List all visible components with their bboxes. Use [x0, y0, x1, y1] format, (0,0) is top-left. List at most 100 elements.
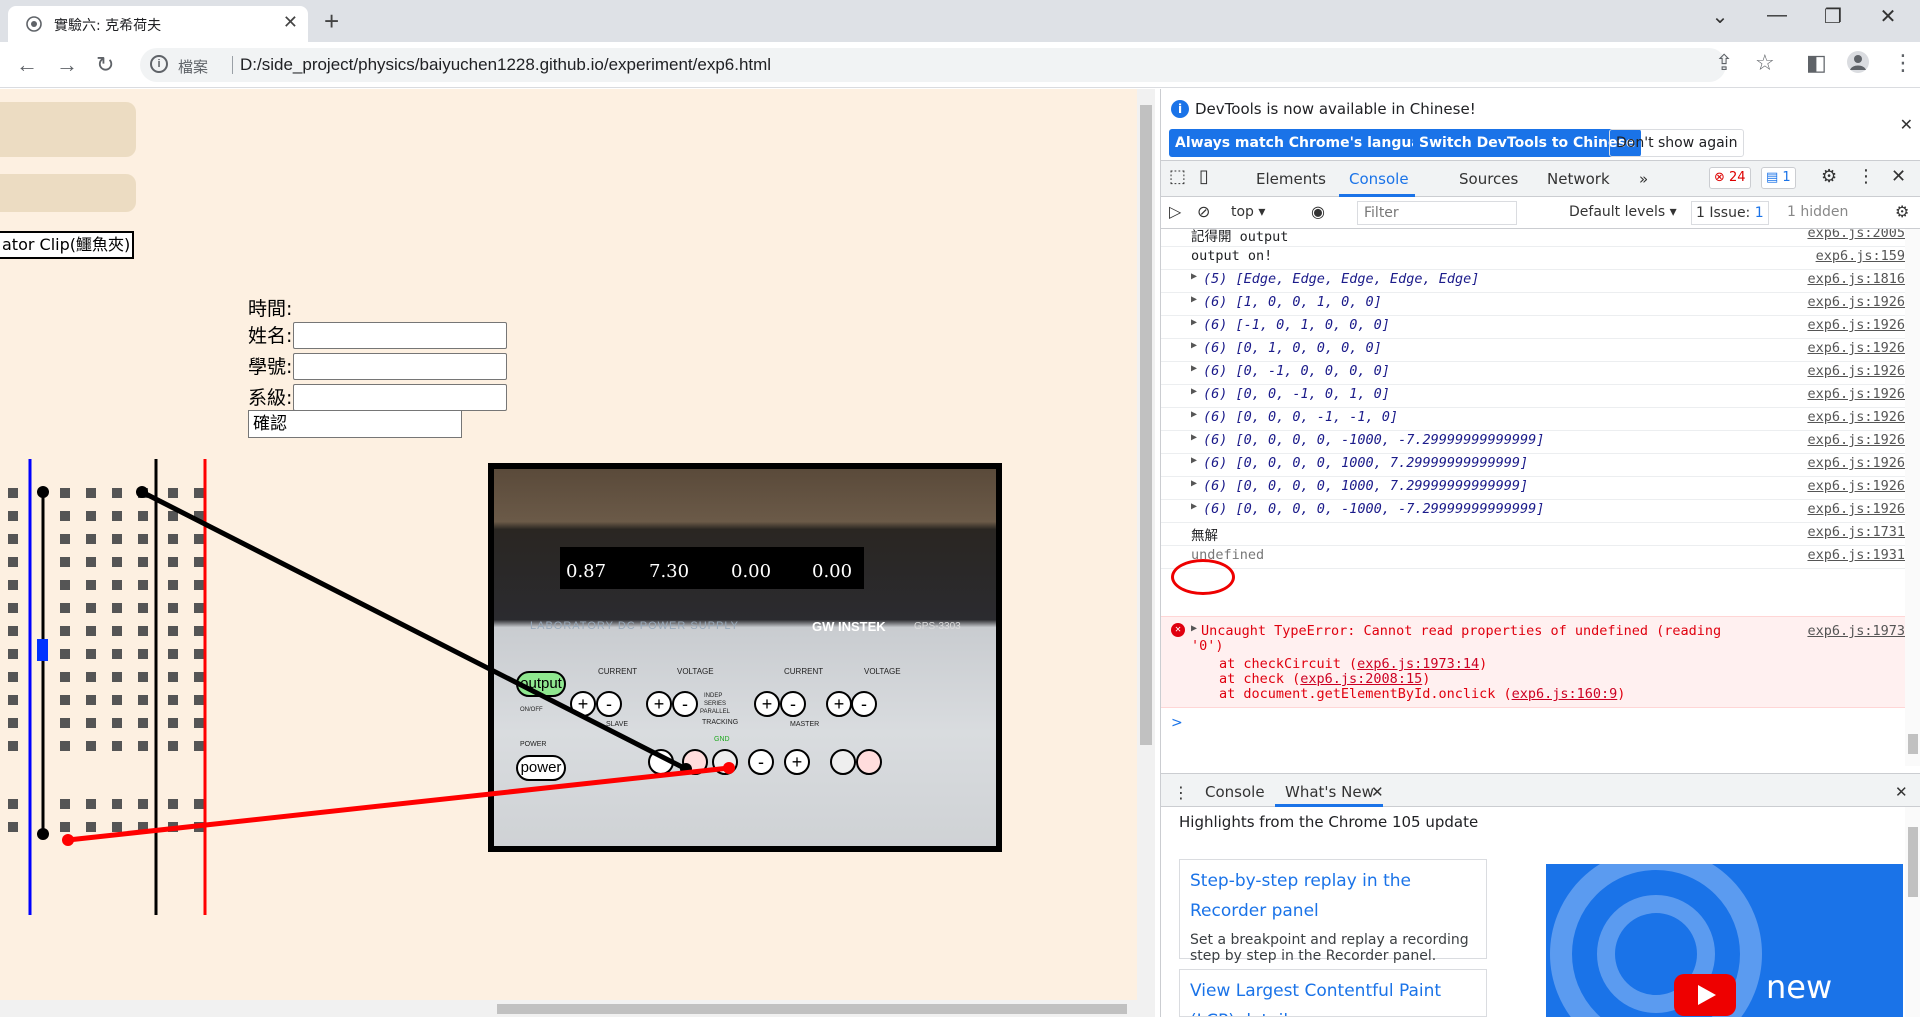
breadboard-hole[interactable] [8, 603, 18, 613]
breadboard-hole[interactable] [8, 649, 18, 659]
drawer-tab-whats-new[interactable]: What's New [1285, 783, 1374, 801]
breadboard-hole[interactable] [168, 511, 178, 521]
breadboard-hole[interactable] [112, 557, 122, 567]
expand-triangle-icon[interactable]: ▶ [1191, 294, 1197, 305]
close-infobar-icon[interactable]: ✕ [1900, 115, 1913, 134]
breadboard-hole[interactable] [194, 626, 204, 636]
maximize-icon[interactable]: ❐ [1813, 4, 1853, 29]
breadboard-hole[interactable] [168, 557, 178, 567]
breadboard-hole[interactable] [138, 626, 148, 636]
console-source-link[interactable]: exp6.js:1926 [1807, 432, 1905, 448]
share-icon[interactable]: ⇪ [1715, 50, 1733, 76]
ch2-plus-terminal[interactable] [682, 749, 708, 775]
breadboard-hole[interactable] [138, 649, 148, 659]
breadboard-hole[interactable] [8, 557, 18, 567]
breadboard-hole[interactable] [194, 603, 204, 613]
tab-search-icon[interactable]: ⌄ [1700, 4, 1740, 29]
breadboard-hole[interactable] [112, 695, 122, 705]
breadboard-hole[interactable] [138, 672, 148, 682]
url-text[interactable]: D:/side_project/physics/baiyuchen1228.gi… [240, 55, 771, 75]
breadboard-hole[interactable] [138, 511, 148, 521]
eye-icon[interactable]: ◉ [1311, 202, 1325, 221]
name-input[interactable] [293, 322, 507, 349]
ch2-current-plus-knob[interactable]: + [570, 691, 596, 717]
ch1-current-minus-knob[interactable]: - [780, 691, 806, 717]
breadboard-hole[interactable] [168, 799, 178, 809]
breadboard-hole[interactable] [194, 488, 204, 498]
breadboard-hole[interactable] [86, 649, 96, 659]
breadboard-hole[interactable] [86, 511, 96, 521]
breadboard-hole[interactable] [112, 534, 122, 544]
more-tabs-icon[interactable]: » [1639, 170, 1648, 188]
breadboard-hole[interactable] [60, 718, 70, 728]
card-title-link[interactable]: Step-by-step replay in the Recorder pane… [1190, 866, 1480, 926]
back-icon[interactable]: ← [16, 52, 38, 78]
address-bar[interactable]: i 檔案 D:/side_project/physics/baiyuchen12… [140, 48, 1726, 82]
breadboard-hole[interactable] [138, 718, 148, 728]
issues-button[interactable]: 1 Issue: 1 [1691, 201, 1769, 225]
error-count-badge[interactable]: ⊗ 24 [1709, 167, 1751, 189]
gnd-terminal[interactable] [712, 749, 738, 775]
console-source-link[interactable]: exp6.js:2005 [1807, 229, 1905, 241]
breadboard-hole[interactable] [112, 580, 122, 590]
breadboard-hole[interactable] [60, 695, 70, 705]
alligator-clip-button[interactable]: ator Clip(鱷魚夾) [0, 231, 134, 259]
confirm-button[interactable]: 確認 [248, 410, 462, 438]
breadboard-hole[interactable] [86, 672, 96, 682]
wire-endpoint[interactable] [37, 486, 49, 498]
breadboard-hole[interactable] [86, 534, 96, 544]
console-source-link[interactable]: exp6.js:1931 [1807, 547, 1905, 563]
stack-frame-link[interactable]: exp6.js:1973:14 [1357, 656, 1479, 672]
breadboard-hole[interactable] [86, 557, 96, 567]
wire-endpoint[interactable] [37, 828, 49, 840]
breadboard-hole[interactable] [112, 511, 122, 521]
breadboard-hole[interactable] [86, 603, 96, 613]
breadboard-hole[interactable] [168, 695, 178, 705]
tab-close-icon[interactable]: ✕ [283, 12, 298, 33]
menu-icon[interactable]: ⋮ [1892, 50, 1914, 76]
sidebar-toggle-icon[interactable]: ▷ [1169, 202, 1181, 221]
breadboard-hole[interactable] [86, 799, 96, 809]
breadboard-hole[interactable] [112, 799, 122, 809]
ch1-voltage-minus-knob[interactable]: - [851, 691, 877, 717]
ch1-plus-terminal[interactable]: + [784, 749, 810, 775]
message-count-badge[interactable]: ▤ 1 [1761, 167, 1796, 189]
console-settings-icon[interactable]: ⚙ [1895, 202, 1909, 221]
breadboard-hole[interactable] [112, 822, 122, 832]
breadboard-hole[interactable] [8, 799, 18, 809]
console-source-link[interactable]: exp6.js:1926 [1807, 386, 1905, 402]
clear-console-icon[interactable]: ⊘ [1197, 202, 1210, 221]
breadboard-hole[interactable] [8, 695, 18, 705]
inspect-icon[interactable]: ⬚ [1169, 166, 1186, 187]
stack-frame-link[interactable]: exp6.js:160:9 [1512, 686, 1618, 702]
tab-console[interactable]: Console [1349, 170, 1409, 188]
expand-triangle-icon[interactable]: ▶ [1191, 363, 1197, 374]
scroll-thumb[interactable] [1908, 827, 1918, 897]
breadboard-hole[interactable] [86, 695, 96, 705]
breadboard-hole[interactable] [194, 511, 204, 521]
breadboard-hole[interactable] [112, 488, 122, 498]
breadboard-hole[interactable] [194, 557, 204, 567]
breadboard-hole[interactable] [168, 672, 178, 682]
console-source-link[interactable]: exp6.js:1926 [1807, 363, 1905, 379]
star-icon[interactable]: ☆ [1755, 50, 1775, 76]
breadboard-hole[interactable] [138, 557, 148, 567]
breadboard-hole[interactable] [60, 557, 70, 567]
menu-block-1[interactable] [0, 102, 136, 157]
breadboard-hole[interactable] [194, 695, 204, 705]
breadboard-hole[interactable] [8, 741, 18, 751]
breadboard-hole[interactable] [8, 580, 18, 590]
student-id-input[interactable] [293, 353, 507, 380]
ch2-minus-terminal[interactable] [648, 749, 674, 775]
expand-triangle-icon[interactable]: ▶ [1191, 409, 1197, 420]
breadboard-hole[interactable] [60, 580, 70, 590]
page-vertical-scrollbar[interactable] [1137, 89, 1155, 1017]
console-error-message[interactable]: ✕ ▶ Uncaught TypeError: Cannot read prop… [1161, 616, 1905, 708]
close-window-icon[interactable]: ✕ [1868, 4, 1908, 29]
stack-frame-link[interactable]: exp6.js:2008:15 [1300, 671, 1422, 687]
drawer-tab-console[interactable]: Console [1205, 783, 1265, 801]
breadboard-hole[interactable] [60, 626, 70, 636]
console-source-link[interactable]: exp6.js:1926 [1807, 409, 1905, 425]
breadboard-hole[interactable] [112, 741, 122, 751]
always-match-language-button[interactable]: Always match Chrome's language [1169, 129, 1447, 157]
